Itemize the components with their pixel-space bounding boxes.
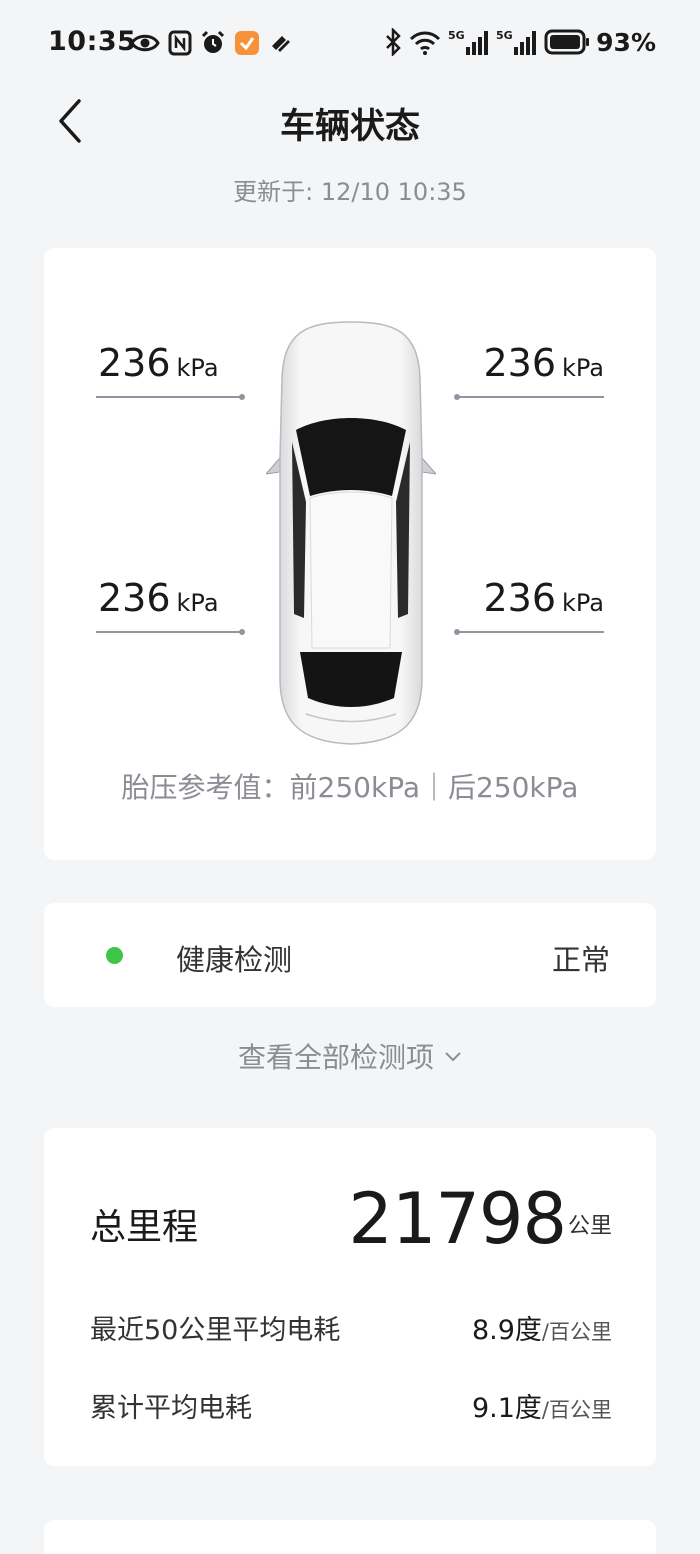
- leader-line: [96, 396, 242, 398]
- status-bar: 10:35 5G 5G 93%: [0, 0, 700, 86]
- total-mileage-unit: 公里: [567, 1214, 612, 1239]
- status-right-icons: 5G 5G 93%: [384, 26, 656, 58]
- car-top-view-image: [266, 321, 436, 745]
- health-check-row[interactable]: 健康检测 正常: [44, 903, 656, 1007]
- tire-pressure-value: 236: [483, 576, 556, 620]
- tire-pressure-unit: kPa: [562, 589, 604, 617]
- tire-front-right: 236 kPa: [454, 341, 604, 403]
- alarm-icon: [201, 30, 225, 53]
- signal-5g-icon: 5G: [448, 29, 489, 55]
- leader-dot: [454, 394, 460, 400]
- mileage-card: 总里程 21798 公里 最近50公里平均电耗 8.9度/百公里 累计平均电耗 …: [44, 1128, 656, 1466]
- chevron-down-icon: [445, 1052, 461, 1062]
- nfc-icon: [168, 30, 192, 56]
- signal-5g-icon: 5G: [496, 29, 537, 55]
- tire-rear-left: 236 kPa: [96, 576, 246, 638]
- total-mileage-label: 总里程: [90, 1207, 199, 1248]
- tire-rear-right: 236 kPa: [454, 576, 604, 638]
- svg-text:5G: 5G: [496, 29, 513, 42]
- svg-text:5G: 5G: [448, 29, 465, 42]
- total-consumption-label: 累计平均电耗: [90, 1393, 252, 1424]
- app-icon: [272, 36, 290, 52]
- next-card: [44, 1520, 656, 1554]
- tire-pressure-reference: 胎压参考值：前250kPa｜后250kPa: [121, 771, 579, 804]
- health-check-status: 正常: [551, 943, 610, 977]
- health-check-label: 健康检测: [176, 943, 293, 977]
- tire-front-left: 236 kPa: [96, 341, 246, 403]
- update-time: 更新于: 12/10 10:35: [233, 178, 467, 206]
- view-all-checks-link[interactable]: 查看全部检测项: [0, 1036, 700, 1076]
- leader-line: [458, 631, 604, 633]
- tire-pressure-value: 236: [98, 341, 171, 385]
- tire-pressure-card: 236 kPa 236 kPa 236 kPa 236 kPa 胎压参考值：前2…: [44, 248, 656, 860]
- app-badge-icon: [235, 31, 259, 55]
- leader-dot: [239, 629, 245, 635]
- recent-consumption-value: 8.9度: [471, 1315, 542, 1346]
- battery-icon: [544, 29, 590, 55]
- tire-pressure-value: 236: [483, 341, 556, 385]
- tire-pressure-unit: kPa: [176, 589, 219, 617]
- total-consumption-value: 9.1度: [471, 1393, 542, 1424]
- leader-dot: [239, 394, 245, 400]
- recent-consumption-label: 最近50公里平均电耗: [90, 1315, 341, 1346]
- total-mileage-value: 21798: [348, 1178, 567, 1260]
- leader-dot: [454, 629, 460, 635]
- leader-line: [458, 396, 604, 398]
- total-consumption-unit: /百公里: [541, 1398, 612, 1422]
- recent-consumption-unit: /百公里: [541, 1320, 612, 1344]
- status-left-icons: [130, 28, 294, 58]
- wifi-icon: [410, 31, 441, 55]
- tire-pressure-value: 236: [98, 576, 171, 620]
- total-consumption-row: 累计平均电耗 9.1度/百公里: [90, 1386, 612, 1426]
- bluetooth-icon: [386, 28, 401, 56]
- recent-consumption-row: 最近50公里平均电耗 8.9度/百公里: [90, 1308, 612, 1348]
- health-status-dot: [106, 947, 123, 964]
- leader-line: [96, 631, 242, 633]
- view-all-checks-label: 查看全部检测项: [237, 1041, 434, 1074]
- battery-percent: 93%: [596, 27, 656, 57]
- status-time: 10:35: [48, 26, 137, 57]
- eye-icon: [130, 34, 160, 52]
- tire-pressure-unit: kPa: [176, 354, 219, 382]
- page-title: 车辆状态: [279, 107, 420, 147]
- tire-pressure-unit: kPa: [562, 354, 604, 382]
